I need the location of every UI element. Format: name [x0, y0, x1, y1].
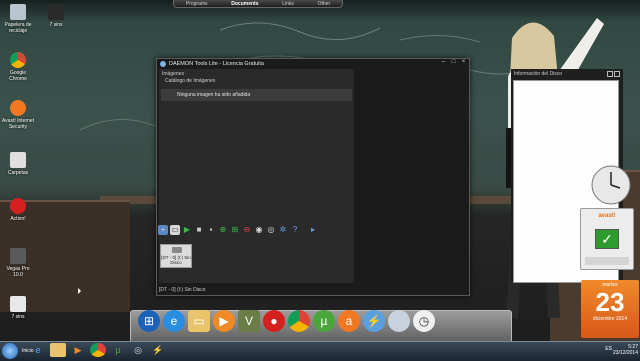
desktop-icon-action[interactable]: Action! — [1, 198, 35, 222]
vegas-icon[interactable]: V — [238, 310, 260, 332]
clock-icon[interactable]: ◷ — [413, 310, 435, 332]
taskbar-clock[interactable]: 5:27 23/12/2014 — [613, 344, 638, 356]
daemon-tools-window: DAEMON Tools Lite - Licencia Gratuita – … — [156, 58, 623, 296]
maximize-button[interactable]: □ — [450, 59, 457, 66]
play-icon[interactable]: ▶ — [182, 225, 192, 235]
view-toggle-icon-2[interactable] — [614, 71, 620, 77]
media-player-icon[interactable]: ▶ — [70, 343, 86, 357]
drive-label: [DT - 0] (I:) Sin Disco — [161, 255, 191, 265]
avast-logo: avast! — [598, 213, 616, 219]
taskbar-pinned: e ▶ µ ◎ ⚡ — [30, 343, 166, 357]
more-icon[interactable]: ▸ — [308, 225, 318, 235]
view-toggle-icon[interactable] — [607, 71, 613, 77]
disc-icon[interactable]: ◉ — [254, 225, 264, 235]
drive-icon — [172, 247, 182, 253]
help-icon[interactable]: ? — [290, 225, 300, 235]
calendar-gadget[interactable]: martes 23 diciembre 2014 — [581, 280, 639, 338]
desktop-icon-7-sins[interactable]: 7 sins — [39, 4, 73, 28]
add-scsi-drive-icon[interactable]: ⊞ — [230, 225, 240, 235]
recycle-bin-icon — [10, 4, 26, 20]
disc-burn-icon[interactable]: ◎ — [266, 225, 276, 235]
utorrent-icon[interactable]: µ — [313, 310, 335, 332]
sync-icon[interactable]: ⚡ — [150, 343, 166, 357]
dock-icons: ⊞ e ▭ ▶ V ● µ a ⚡ ◷ — [138, 310, 435, 332]
new-image-icon[interactable]: ▭ — [170, 225, 180, 235]
desktop-icon-chrome[interactable]: Google Chrome — [1, 52, 35, 82]
square-icon[interactable]: ▪ — [206, 225, 216, 235]
desktop-icon-avast[interactable]: Avast! Internet Security — [1, 100, 35, 130]
game-icon — [10, 296, 26, 312]
desktop-icon-vegas[interactable]: Vegas Pro 10.0 — [1, 248, 35, 278]
desktop-icon-carpetas[interactable]: Carpetas — [1, 152, 35, 176]
top-tab-programs[interactable]: Programs — [186, 1, 208, 7]
top-tab-documents[interactable]: Documents — [231, 1, 258, 7]
language-indicator[interactable]: ES — [605, 346, 612, 352]
main-toolbar: + ▭ ▶ ■ ▪ ⊕ ⊞ ⊖ ◉ ◎ ✲ ? ▸ — [158, 225, 318, 235]
chrome-icon[interactable] — [288, 310, 310, 332]
ie-icon[interactable]: e — [163, 310, 185, 332]
catalog-label[interactable]: Catálogo de Imágenes — [159, 77, 354, 85]
utorrent-icon[interactable]: µ — [110, 343, 126, 357]
top-launcher-bar: Programs Documents Links Other — [173, 0, 343, 8]
clock-date: 23/12/2014 — [612, 350, 638, 356]
game-icon — [48, 4, 64, 20]
chrome-icon[interactable] — [90, 343, 106, 357]
window-titlebar[interactable]: DAEMON Tools Lite - Licencia Gratuita — [157, 59, 469, 68]
settings-icon[interactable]: ✲ — [278, 225, 288, 235]
folder-icon — [10, 152, 26, 168]
virtual-drive-item[interactable]: [DT - 0] (I:) Sin Disco — [160, 244, 192, 268]
avast-gadget[interactable]: avast! ✓ — [580, 208, 634, 270]
explorer-icon[interactable]: ▭ — [188, 310, 210, 332]
minimize-button[interactable]: – — [440, 59, 447, 66]
status-bar: [DT - 0] (I:) Sin Disco — [159, 287, 206, 293]
close-button[interactable]: × — [460, 59, 467, 66]
window-title: DAEMON Tools Lite - Licencia Gratuita — [169, 60, 264, 67]
explorer-icon[interactable] — [50, 343, 66, 357]
disc-icon[interactable]: ◎ — [130, 343, 146, 357]
avast-tools-row — [585, 257, 629, 265]
mouse-cursor — [78, 288, 81, 294]
action-icon[interactable]: ● — [263, 310, 285, 332]
wall-clock — [591, 165, 631, 205]
avast-icon[interactable]: a — [338, 310, 360, 332]
desktop-icon-recycle-bin[interactable]: Papelera de reciclaje — [1, 4, 35, 34]
calendar-month-year: diciembre 2014 — [592, 316, 628, 322]
images-header: Imágenes — [162, 71, 184, 77]
media-player-icon[interactable]: ▶ — [213, 310, 235, 332]
calendar-day: 23 — [595, 287, 625, 317]
top-tab-other[interactable]: Other — [318, 1, 331, 7]
top-tab-links[interactable]: Links — [282, 1, 294, 7]
record-icon — [10, 198, 26, 214]
checkmark-icon: ✓ — [595, 229, 619, 249]
vegas-icon — [10, 248, 26, 264]
recycle-bin-icon[interactable] — [388, 310, 410, 332]
add-image-icon[interactable]: + — [158, 225, 168, 235]
empty-catalog-row[interactable]: Ninguna imagen ha sido añadida — [161, 89, 352, 101]
remove-drive-icon[interactable]: ⊖ — [242, 225, 252, 235]
avast-icon — [10, 100, 26, 116]
start-button[interactable] — [2, 343, 18, 359]
daemon-tools-icon — [160, 60, 166, 67]
add-drive-icon[interactable]: ⊕ — [218, 225, 228, 235]
sync-icon[interactable]: ⚡ — [363, 310, 385, 332]
stop-icon[interactable]: ■ — [194, 225, 204, 235]
ie-icon[interactable]: e — [30, 343, 46, 357]
desktop-icon-7-sins-2[interactable]: 7 sins — [1, 296, 35, 320]
chrome-icon — [10, 52, 26, 68]
windows-icon[interactable]: ⊞ — [138, 310, 160, 332]
